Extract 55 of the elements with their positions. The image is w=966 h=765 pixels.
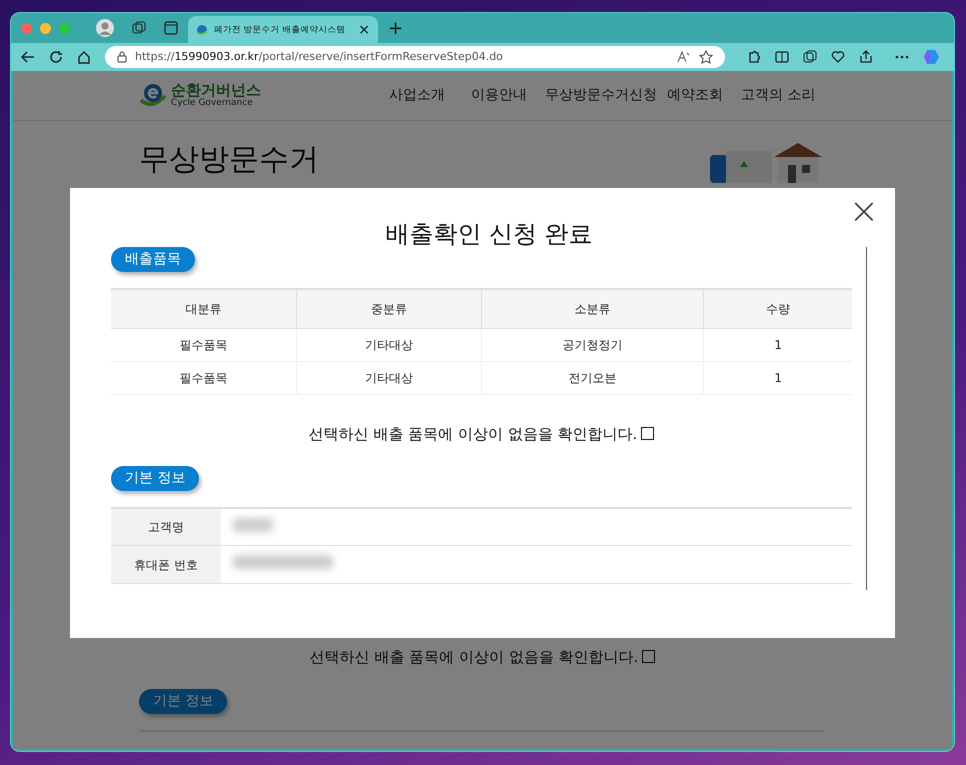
- address-bar[interactable]: https://15990903.or.kr/portal/reserve/insertFormReserveStep04.do: [105, 46, 725, 68]
- split-screen-icon[interactable]: [775, 50, 789, 64]
- read-aloud-icon[interactable]: [677, 51, 691, 63]
- url-text: https://15990903.or.kr/portal/reserve/insertFormReserveStep04.do: [135, 48, 504, 65]
- nav-link[interactable]: 이용안내: [471, 85, 545, 106]
- collections-icon[interactable]: [132, 21, 146, 35]
- browser-tab[interactable]: 폐가전 방문수거 배출예약시스템 ×: [188, 16, 378, 44]
- page-title: 무상방문수거: [139, 143, 319, 179]
- table-cell: 기타대상: [296, 362, 482, 395]
- column-header: 수량: [704, 288, 852, 329]
- logo-subtitle: Cycle Governance: [171, 98, 254, 109]
- more-icon[interactable]: [895, 55, 909, 59]
- column-header: 소분류: [482, 288, 704, 329]
- table-cell: 1: [704, 362, 852, 395]
- nav-link[interactable]: 예약조회: [667, 85, 741, 106]
- section-label: 배출품목: [111, 246, 195, 272]
- nav-link[interactable]: 사업소개: [389, 85, 471, 106]
- confirm-checkbox[interactable]: [641, 427, 654, 440]
- nav-link[interactable]: 무상방문수거신청: [545, 85, 667, 106]
- confirm-text: 선택하신 배출 품목에 이상이 없음을 확인합니다.: [308, 425, 638, 444]
- tab-title: 폐가전 방문수거 배출예약시스템: [214, 24, 346, 36]
- table-cell: 필수품목: [111, 328, 296, 362]
- modal-title: 배출확인 신청 완료: [385, 220, 593, 248]
- star-icon[interactable]: [699, 50, 713, 64]
- tab-layout-icon[interactable]: [164, 21, 178, 35]
- site-icon: [196, 24, 208, 36]
- table-cell: 1: [704, 328, 852, 362]
- copilot-icon[interactable]: [923, 48, 941, 66]
- column-header: 대분류: [111, 288, 296, 329]
- tab-close-button[interactable]: ×: [358, 20, 370, 40]
- section-label: 기본 정보: [111, 466, 200, 491]
- column-header: 중분류: [296, 288, 482, 329]
- extensions-icon[interactable]: [747, 50, 761, 64]
- table-cell: 전기오븐: [482, 362, 704, 395]
- confirm-text: 선택하신 배출 품목에 이상이 없음을 확인합니다.: [310, 648, 638, 666]
- logo-icon: [139, 82, 167, 108]
- field-label: 고객명: [111, 508, 221, 546]
- close-button[interactable]: ×: [848, 194, 879, 230]
- lock-icon: [117, 51, 127, 63]
- table-cell: 필수품목: [111, 362, 296, 395]
- table-cell: 공기청정기: [482, 328, 704, 362]
- back-icon[interactable]: [21, 50, 35, 64]
- confirm-checkbox[interactable]: [642, 650, 656, 663]
- nav-link[interactable]: 고객의 소리: [741, 85, 821, 106]
- logo-name: 순환거버넌스: [171, 82, 261, 99]
- collections-icon[interactable]: [803, 50, 817, 64]
- heart-pulse-icon[interactable]: [831, 50, 845, 64]
- table-cell: 기타대상: [296, 328, 482, 362]
- new-tab-button[interactable]: +: [388, 14, 404, 42]
- home-icon[interactable]: [77, 50, 91, 64]
- section-label: 기본 정보: [139, 688, 228, 714]
- reload-icon[interactable]: [49, 50, 63, 64]
- share-icon[interactable]: [859, 50, 873, 64]
- field-label: 휴대폰 번호: [111, 546, 221, 584]
- avatar-icon[interactable]: [96, 19, 114, 37]
